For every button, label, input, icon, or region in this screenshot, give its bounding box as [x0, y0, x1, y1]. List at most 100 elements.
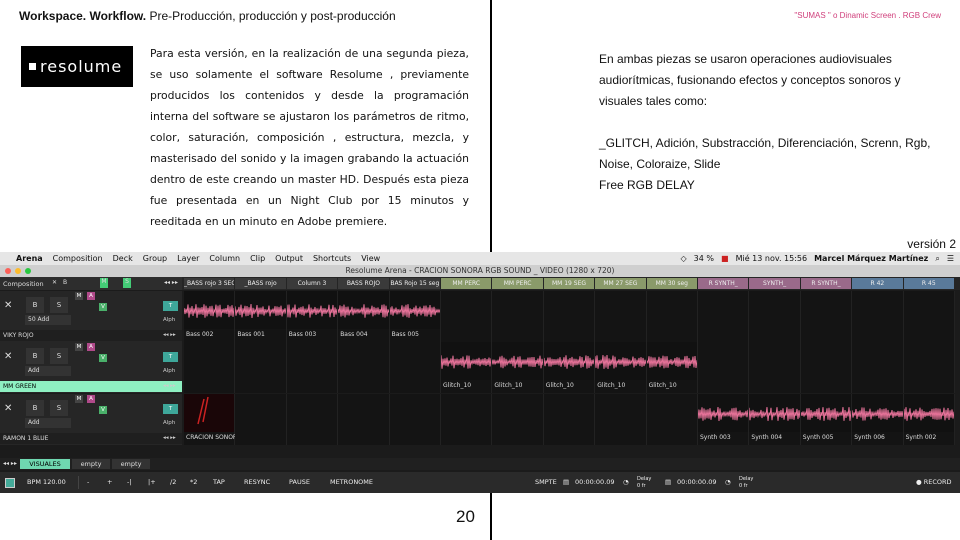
column-header[interactable]: MM PERC: [441, 278, 492, 289]
clip-slot[interactable]: [492, 291, 544, 342]
clip-slot[interactable]: [338, 342, 390, 393]
bpm-value[interactable]: BPM 120.00: [27, 477, 66, 488]
clip-slot[interactable]: Bass 002: [184, 291, 236, 342]
column-header[interactable]: _BASS rojo: [235, 278, 286, 289]
clip-slot[interactable]: [235, 342, 287, 393]
close-icon[interactable]: ✕: [52, 279, 57, 286]
nudge-plus-button[interactable]: |+: [148, 477, 156, 488]
clip-slot[interactable]: Glitch_10: [441, 342, 493, 393]
bpm-minus-button[interactable]: -: [87, 477, 89, 488]
clip-slot[interactable]: Glitch_10: [595, 342, 647, 393]
layer-nav-icon[interactable]: ◂◂ ▸▸: [163, 383, 176, 389]
layer-name[interactable]: VIKY ROJO: [0, 330, 182, 341]
clip-slot[interactable]: [749, 291, 801, 342]
column-header[interactable]: R 42: [852, 278, 903, 289]
m-toggle[interactable]: M: [75, 395, 83, 403]
clip-slot[interactable]: [441, 394, 493, 445]
battery-status[interactable]: 34 %: [694, 254, 714, 264]
deck-visuales[interactable]: VISUALES: [20, 459, 70, 469]
clip-slot[interactable]: [698, 342, 750, 393]
clip-slot[interactable]: Synth 005: [800, 394, 853, 445]
clip-slot[interactable]: [441, 291, 493, 342]
bypass-button[interactable]: B: [26, 348, 44, 364]
clip-slot[interactable]: Bass 004: [338, 291, 390, 342]
clip-slot[interactable]: [595, 291, 647, 342]
clip-slot[interactable]: Synth 003: [698, 394, 750, 445]
blend-mode-select[interactable]: Add: [25, 366, 71, 376]
timecode-2[interactable]: 00:00:00.09: [677, 477, 717, 488]
menu-layer[interactable]: Layer: [177, 254, 199, 263]
nav-arrows-icon[interactable]: ◂◂ ▸▸: [164, 279, 178, 286]
a-toggle[interactable]: A: [87, 292, 95, 300]
clip-slot[interactable]: [543, 291, 596, 342]
column-header[interactable]: R SYNTH_: [698, 278, 749, 289]
m-toggle[interactable]: M: [75, 292, 83, 300]
a-toggle[interactable]: A: [87, 343, 95, 351]
transition-button[interactable]: T: [163, 352, 178, 362]
menu-arena[interactable]: Arena: [16, 254, 43, 263]
layer-nav-icon[interactable]: ◂◂ ▸▸: [163, 435, 176, 441]
column-header[interactable]: Column 3: [286, 278, 338, 289]
column-header[interactable]: SYNTH_: [749, 278, 800, 289]
clip-slot[interactable]: [903, 291, 955, 342]
solo-button[interactable]: S: [50, 297, 68, 313]
clock[interactable]: Mié 13 nov. 15:56: [736, 254, 808, 264]
column-header[interactable]: MM 27 SEG: [595, 278, 646, 289]
clip-slot[interactable]: [800, 342, 853, 393]
deck-nav-icon[interactable]: ◂◂ ▸▸: [3, 460, 17, 467]
menu-output[interactable]: Output: [275, 254, 303, 263]
clip-slot[interactable]: [852, 291, 904, 342]
column-header[interactable]: MM PERC: [492, 278, 543, 289]
clip-slot[interactable]: [595, 394, 647, 445]
clip-slot[interactable]: [389, 342, 441, 393]
menu-view[interactable]: View: [361, 254, 380, 263]
menu-shortcuts[interactable]: Shortcuts: [313, 254, 351, 263]
clip-slot[interactable]: [749, 342, 801, 393]
layer-name[interactable]: RAMON 1 BLUE: [0, 433, 182, 444]
layer-m[interactable]: M: [100, 278, 108, 288]
v-toggle[interactable]: V: [99, 406, 107, 414]
clip-slot[interactable]: [184, 342, 236, 393]
transition-button[interactable]: T: [163, 404, 178, 414]
nudge-minus-button[interactable]: -|: [127, 477, 132, 488]
clip-slot[interactable]: CRACION SONOR...: [184, 394, 243, 445]
wifi-icon[interactable]: ◇: [681, 254, 687, 264]
resync-button[interactable]: RESYNC: [244, 477, 270, 488]
metronome-button[interactable]: METRONOME: [330, 477, 373, 488]
clip-slot[interactable]: Synth 006: [852, 394, 904, 445]
search-icon[interactable]: ⌕: [935, 254, 939, 264]
column-header[interactable]: _BASS rojo 3 SEG: [184, 278, 235, 289]
clip-slot[interactable]: [800, 291, 853, 342]
clip-slot[interactable]: [698, 291, 750, 342]
deck-empty-2[interactable]: empty: [112, 459, 150, 469]
v-toggle[interactable]: V: [99, 354, 107, 362]
pause-button[interactable]: PAUSE: [289, 477, 310, 488]
clear-layer-icon[interactable]: ✕: [4, 351, 16, 363]
menu-composition[interactable]: Composition: [53, 254, 103, 263]
m-toggle[interactable]: M: [75, 343, 83, 351]
bypass-button[interactable]: B: [26, 400, 44, 416]
close-window-button[interactable]: [5, 268, 11, 274]
column-header[interactable]: BAS Rojo 15 seg: [389, 278, 440, 289]
clip-slot[interactable]: [492, 394, 544, 445]
clip-slot[interactable]: Glitch_10: [543, 342, 596, 393]
clip-slot[interactable]: [646, 394, 698, 445]
half-button[interactable]: /2: [170, 477, 176, 488]
deck-empty-1[interactable]: empty: [72, 459, 110, 469]
clip-slot[interactable]: [338, 394, 390, 445]
bpm-plus-button[interactable]: +: [107, 477, 112, 488]
fullscreen-icon[interactable]: [5, 478, 15, 488]
menu-column[interactable]: Column: [209, 254, 240, 263]
blend-mode-select[interactable]: 50 Add: [25, 315, 71, 325]
column-header[interactable]: R 45: [903, 278, 954, 289]
clear-layer-icon[interactable]: ✕: [4, 300, 16, 312]
menu-group[interactable]: Group: [143, 254, 167, 263]
layer-nav-icon[interactable]: ◂◂ ▸▸: [163, 332, 176, 338]
clip-slot[interactable]: [235, 394, 287, 445]
clip-slot[interactable]: [903, 342, 955, 393]
blend-mode-select[interactable]: Add: [25, 418, 71, 428]
record-button[interactable]: ● RECORD: [916, 477, 952, 488]
zoom-window-button[interactable]: [25, 268, 31, 274]
v-toggle[interactable]: V: [99, 303, 107, 311]
solo-button[interactable]: S: [50, 348, 68, 364]
